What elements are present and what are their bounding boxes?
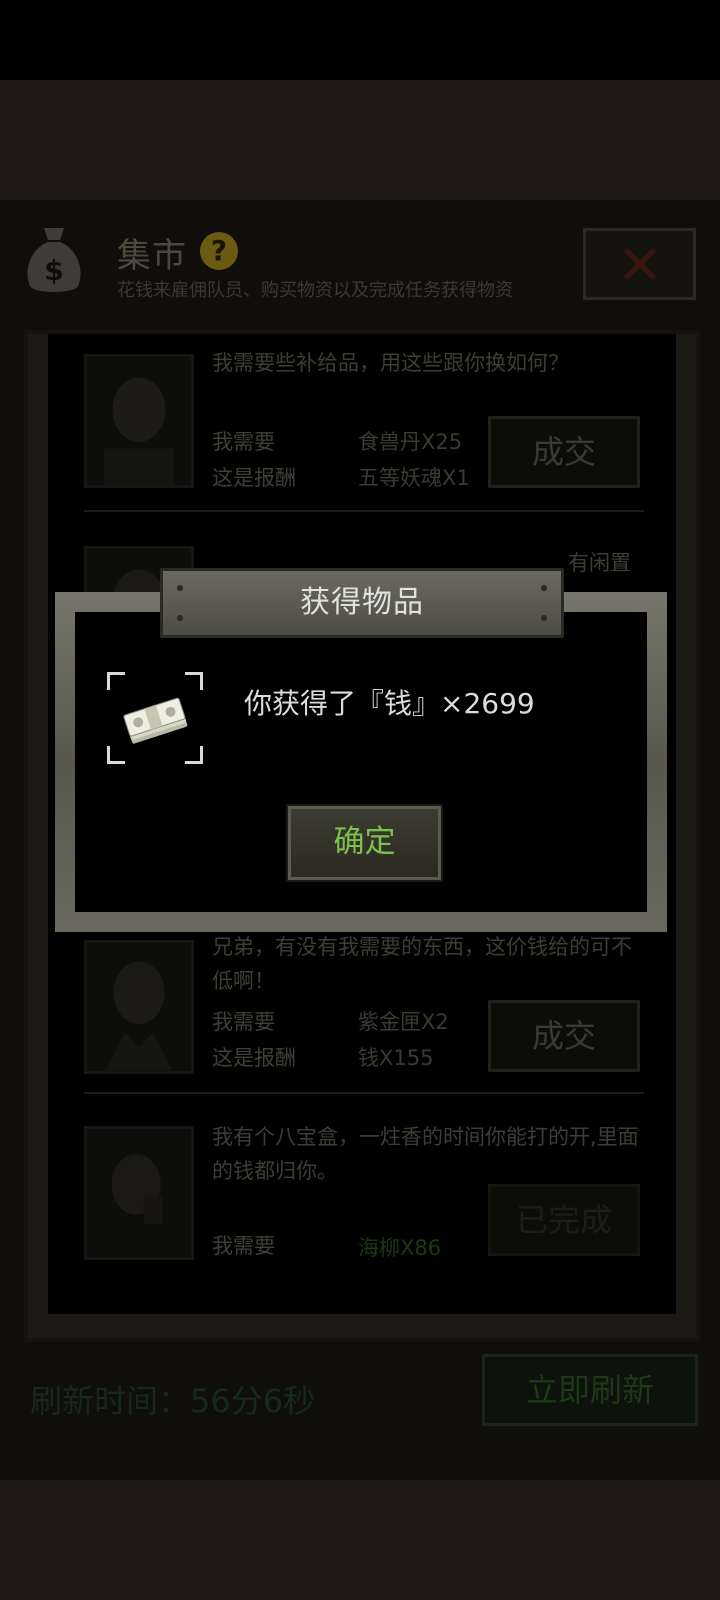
trade-row: 兄弟，有没有我需要的东西，这价钱给的可不低啊！ 我需要 紫金匣X2 这是报酬 钱… [48,930,676,1110]
slot-corner [185,746,203,764]
slot-corner [107,746,125,764]
portrait-image [84,1126,194,1260]
reward-value: 钱X155 [358,1046,434,1070]
trade-quote: 我有个八宝盒，一炷香的时间你能打的开,里面的钱都归你。 [212,1125,639,1183]
trade-quote: 有闲置 [568,551,631,575]
dialog-title: 获得物品 [160,568,564,638]
reward-message: 你获得了『钱』×2699 [244,687,535,720]
need-label: 我需要 [212,1010,275,1034]
market-subtitle: 花钱来雇佣队员、购买物资以及完成任务获得物资 [117,280,513,301]
close-button[interactable] [583,228,696,300]
reward-value: 五等妖魂X1 [358,466,470,490]
status-bar [0,0,720,80]
money-bag-icon: $ [22,224,86,296]
completed-button: 已完成 [488,1184,640,1256]
reward-label: 这是报酬 [212,466,296,490]
need-label: 我需要 [212,1234,275,1258]
need-label: 我需要 [212,430,275,454]
rivet-icon [177,615,183,621]
slot-corner [107,672,125,690]
need-value: 海柳X86 [358,1236,442,1260]
trade-row: 我需要些补给品，用这些跟你换如何？ 我需要 食兽丹X25 这是报酬 五等妖魂X1… [48,334,676,514]
trade-quote: 我需要些补给品，用这些跟你换如何？ [212,351,569,375]
slot-corner [185,672,203,690]
need-value: 食兽丹X25 [358,430,463,454]
rivet-icon [541,615,547,621]
top-band [0,80,720,200]
need-value: 紫金匣X2 [358,1010,449,1034]
dialog-title-text: 获得物品 [300,585,424,620]
refresh-now-button[interactable]: 立即刷新 [482,1354,698,1426]
market-title: 集市 [117,236,187,276]
deal-button[interactable]: 成交 [488,416,640,488]
bottom-band [0,1480,720,1600]
rivet-icon [177,585,183,591]
deal-button[interactable]: 成交 [488,1000,640,1072]
trade-quote: 兄弟，有没有我需要的东西，这价钱给的可不低啊！ [212,935,632,993]
portrait-image [84,354,194,488]
reward-label: 这是报酬 [212,1046,296,1070]
help-icon[interactable]: ? [200,232,238,270]
confirm-button[interactable]: 确定 [286,804,443,882]
divider [84,1092,644,1094]
cash-stack-icon [123,697,188,744]
svg-text:$: $ [44,254,63,287]
portrait-image [84,940,194,1074]
trade-row: 我有个八宝盒，一炷香的时间你能打的开,里面的钱都归你。 我需要 海柳X86 已完… [48,1120,676,1310]
divider [84,510,644,512]
close-icon [624,248,655,280]
rivet-icon [541,585,547,591]
refresh-timer: 刷新时间：56分6秒 [30,1382,316,1420]
item-slot[interactable] [107,672,203,764]
